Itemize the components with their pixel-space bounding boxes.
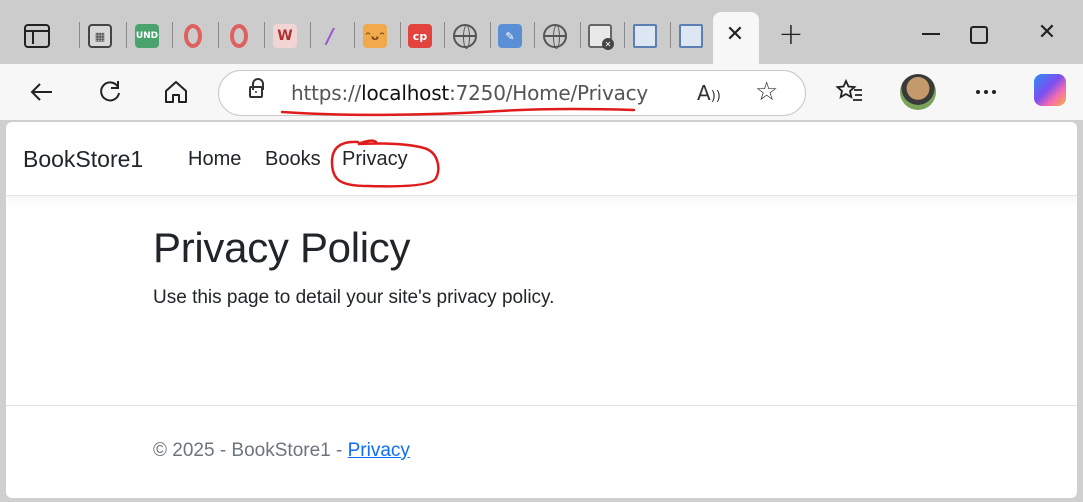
page-title: Privacy Policy: [153, 224, 411, 271]
window-close-icon[interactable]: ✕: [1032, 18, 1062, 48]
globe-icon[interactable]: [543, 24, 567, 49]
tab-separator: [310, 22, 311, 48]
copilot-icon[interactable]: [1034, 74, 1066, 106]
home-icon[interactable]: [160, 76, 192, 108]
tab-separator: [444, 22, 445, 48]
nav-link-home[interactable]: Home: [188, 148, 241, 171]
face-icon[interactable]: ᵔᴗᵔ: [363, 24, 387, 48]
site-brand[interactable]: BookStore1: [23, 146, 143, 173]
tab-separator: [580, 22, 581, 48]
favorites-icon[interactable]: [834, 76, 866, 108]
und-icon[interactable]: UND: [135, 24, 159, 48]
url-text[interactable]: https://localhost:7250/Home/Privacy: [291, 81, 648, 105]
tab-separator: [126, 22, 127, 48]
tab-actions-icon[interactable]: [24, 24, 50, 48]
tab-close-icon[interactable]: ✕: [722, 22, 748, 48]
privacy-annotation-circle: [330, 139, 440, 188]
footer-copyright: © 2025 - BookStore1 -: [153, 440, 348, 461]
tab-separator: [490, 22, 491, 48]
app-grid-icon[interactable]: ▦: [88, 24, 112, 48]
page-description: Use this page to detail your site's priv…: [153, 287, 555, 308]
slash-icon[interactable]: /: [318, 24, 342, 48]
tab-separator: [670, 22, 671, 48]
book-icon[interactable]: [679, 24, 703, 48]
profile-avatar[interactable]: [900, 74, 936, 110]
window-minimize-icon[interactable]: [918, 18, 948, 48]
opera-ring-icon[interactable]: [230, 24, 248, 48]
tab-separator: [354, 22, 355, 48]
more-menu-icon[interactable]: [970, 76, 1002, 108]
tab-separator: [400, 22, 401, 48]
favorite-star-icon[interactable]: ☆: [755, 77, 778, 107]
page-error-icon[interactable]: ✕: [588, 24, 614, 50]
tab-strip: ▦ UND W / ᵔᴗᵔ cp ✎ ✕ ✕ + ✕: [0, 0, 1083, 64]
tab-separator: [264, 22, 265, 48]
document-icon[interactable]: ✎: [498, 24, 522, 48]
web-page: BookStore1 Home Books Privacy Privacy Po…: [6, 122, 1077, 498]
footer-divider: [6, 405, 1077, 406]
site-footer: © 2025 - BookStore1 - Privacy: [153, 440, 410, 462]
refresh-icon[interactable]: [94, 76, 126, 108]
globe-icon[interactable]: [453, 24, 477, 49]
window-maximize-icon[interactable]: [964, 18, 994, 48]
new-tab-button[interactable]: +: [776, 20, 806, 50]
tab-separator: [172, 22, 173, 48]
tab-separator: [79, 22, 80, 48]
tab-separator: [218, 22, 219, 48]
w-logo-icon[interactable]: W: [273, 24, 297, 48]
opera-ring-icon[interactable]: [184, 24, 202, 48]
tab-separator: [534, 22, 535, 48]
cp-icon[interactable]: cp: [408, 24, 432, 48]
url-annotation-underline: [280, 107, 636, 117]
error-badge-icon: ✕: [602, 38, 614, 50]
nav-link-books[interactable]: Books: [265, 148, 321, 171]
back-arrow-icon[interactable]: [26, 76, 58, 108]
site-navbar: BookStore1 Home Books Privacy: [6, 122, 1077, 196]
tab-separator: [624, 22, 625, 48]
read-aloud-icon[interactable]: A)): [697, 81, 721, 105]
footer-privacy-link[interactable]: Privacy: [348, 440, 410, 461]
book-icon[interactable]: [633, 24, 657, 48]
lock-icon[interactable]: [249, 78, 264, 98]
